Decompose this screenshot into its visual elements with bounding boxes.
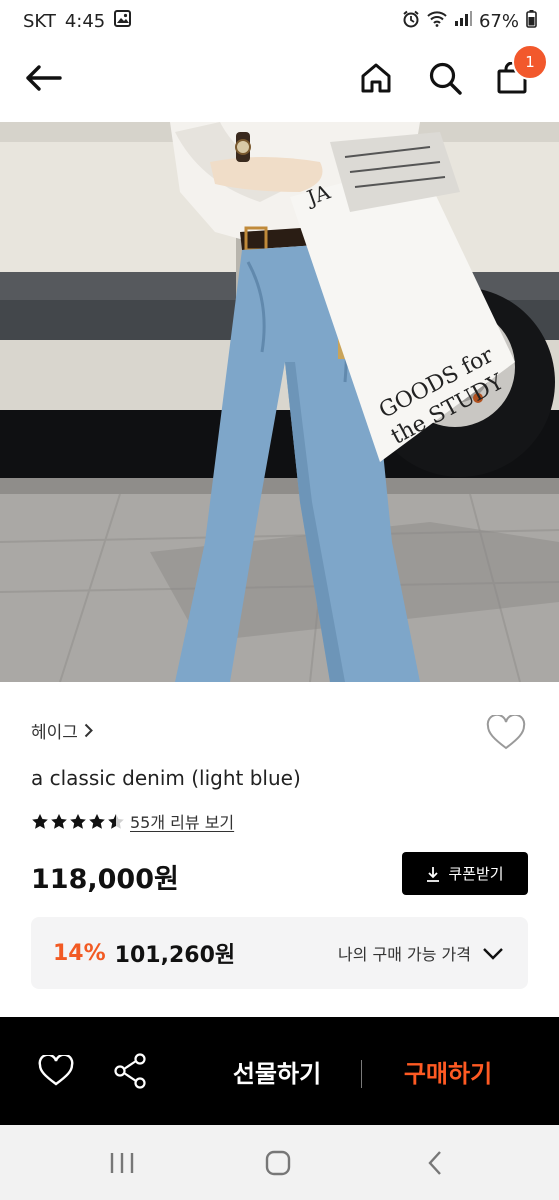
home-icon [361,63,391,93]
buy-button[interactable]: 구매하기 [386,1049,510,1093]
gift-button[interactable]: 선물하기 [215,1049,339,1093]
discount-box: 14% 101,260원 나의 구매 가능 가격 [31,917,528,989]
search-button[interactable] [421,54,469,102]
star-icon [89,813,105,829]
heart-icon [38,1055,74,1086]
star-rating [31,813,125,830]
status-left: SKT 4:45 [23,10,132,32]
action-divider [361,1060,362,1088]
home-button[interactable] [352,54,400,102]
wishlist-button[interactable] [486,713,526,753]
my-price-toggle[interactable]: 나의 구매 가능 가격 [338,941,504,965]
product-detail-screen: SKT 4:45 67% 1 GOODS for the STUDY JA 헤이… [0,0,559,1200]
carrier-label: SKT [23,10,56,32]
product-price: 118,000원 [31,864,179,895]
battery-label: 67% [478,10,519,32]
search-icon [429,62,462,95]
review-link[interactable]: 55개 리뷰 보기 [130,809,234,833]
clock-label: 4:45 [64,10,106,32]
system-home-button[interactable] [253,1145,303,1181]
product-image[interactable]: GOODS for the STUDY JA [0,122,559,682]
discount-price: 101,260원 [114,943,236,968]
heart-outline-icon [486,713,526,750]
action-wish-button[interactable] [34,1049,78,1093]
alarm-icon [402,10,420,33]
recents-icon [110,1153,134,1173]
my-price-label: 나의 구매 가능 가격 [337,945,471,964]
discount-percent: 14% [53,940,106,966]
signal-icon [454,10,472,32]
share-icon [114,1053,146,1089]
star-icon [108,813,124,829]
back-arrow-icon [26,65,62,91]
product-name: a classic denim (light blue) [31,766,301,790]
cart-count-badge: 1 [512,44,548,80]
system-nav-bar [0,1125,559,1200]
share-button[interactable] [108,1049,152,1093]
download-icon [427,866,440,882]
chevron-down-icon [483,947,503,960]
star-icon [70,813,86,829]
system-back-icon [428,1151,441,1175]
brand-name: 헤이그 [31,723,78,743]
action-bar: 선물하기 구매하기 [0,1017,559,1125]
coupon-label: 쿠폰받기 [448,865,504,883]
rating-row: 55개 리뷰 보기 [31,809,234,833]
app-header: 1 [0,42,559,122]
brand-link[interactable]: 헤이그 [31,718,93,743]
back-button[interactable] [19,54,67,102]
status-right: 67% [402,9,537,33]
recents-button[interactable] [97,1145,147,1181]
cart-button[interactable]: 1 [488,44,548,102]
battery-icon [526,9,537,33]
chevron-right-icon [84,723,93,738]
gallery-icon [114,10,132,32]
status-bar: SKT 4:45 67% [0,0,559,42]
star-icon [32,813,48,829]
wifi-icon [427,10,447,32]
star-icon [51,813,67,829]
coupon-button[interactable]: 쿠폰받기 [402,852,528,895]
system-back-button[interactable] [410,1145,460,1181]
system-home-icon [265,1150,291,1176]
